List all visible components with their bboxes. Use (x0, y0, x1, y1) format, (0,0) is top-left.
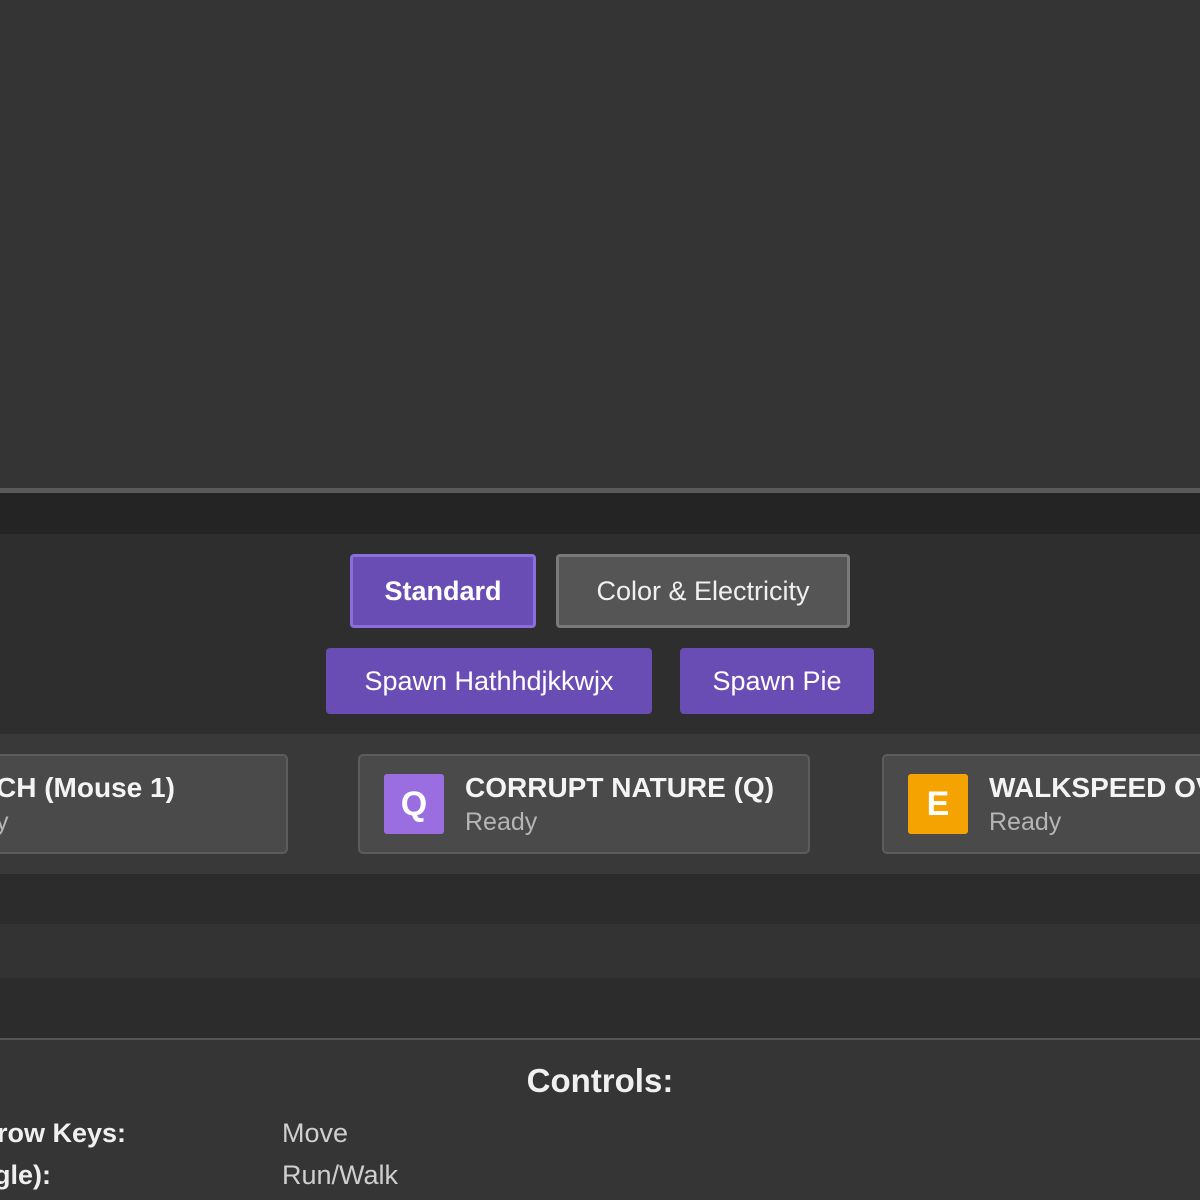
ability-name: CORRUPT NATURE (Q) (465, 772, 775, 803)
ability-card-q[interactable]: Q CORRUPT NATURE (Q) Ready (358, 754, 810, 854)
control-key: gle): (0, 1160, 51, 1190)
empty-band (0, 978, 1200, 1038)
control-key: row Keys: (0, 1118, 127, 1148)
game-viewport[interactable] (0, 0, 1200, 488)
control-action: Move (282, 1118, 349, 1148)
control-action: Run/Walk (282, 1160, 399, 1190)
ability-status: y (0, 808, 9, 837)
game-stage: Standard Color & Electricity Spawn Hathh… (0, 0, 1200, 1200)
spawn-pie-button[interactable]: Spawn Pie (680, 648, 874, 714)
empty-band (0, 874, 1200, 924)
controls-title: Controls: (526, 1062, 674, 1099)
separator-strip (0, 493, 1200, 534)
ability-card-e[interactable]: E WALKSPEED OV Ready (882, 754, 1200, 854)
key-q-icon: Q (384, 774, 444, 834)
empty-band (0, 924, 1200, 978)
ability-name: WALKSPEED OV (989, 772, 1200, 803)
mode-color-electricity-button[interactable]: Color & Electricity (556, 554, 850, 628)
ability-status: Ready (989, 808, 1062, 836)
controls-panel: Controls: row Keys: Move gle): Run/Walk (0, 1038, 1200, 1200)
ability-card-mouse1[interactable]: CH (Mouse 1) y (0, 754, 288, 854)
mode-standard-button[interactable]: Standard (350, 554, 536, 628)
spawn-hathhdjkkwjx-button[interactable]: Spawn Hathhdjkkwjx (326, 648, 652, 714)
ability-status: Ready (465, 808, 538, 836)
key-e-icon: E (908, 774, 968, 834)
ability-name: CH (Mouse 1) (0, 772, 175, 803)
